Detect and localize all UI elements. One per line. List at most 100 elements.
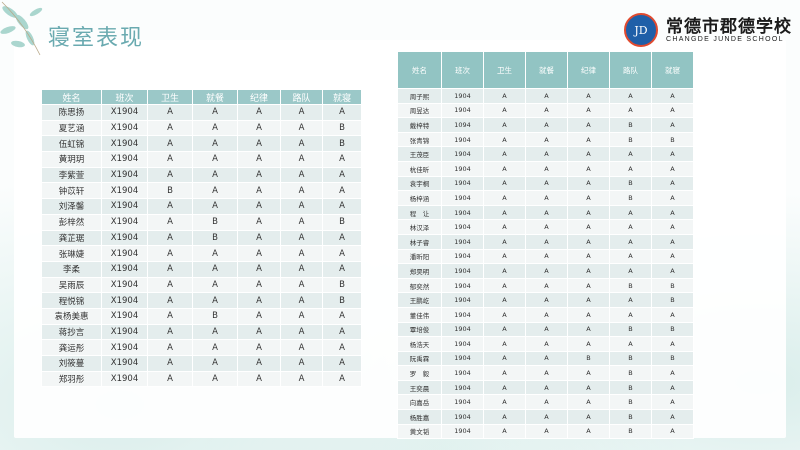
table-cell: X1904 [101, 339, 148, 356]
table-cell: A [567, 204, 610, 221]
table-cell: A [651, 248, 694, 265]
table-cell: A [280, 182, 323, 200]
column-header: 路队 [280, 89, 323, 105]
column-header: 路队 [609, 51, 652, 89]
column-header: 纪律 [567, 51, 610, 89]
table-cell: A [651, 379, 694, 396]
table-cell: A [525, 233, 568, 250]
table-row: 杨胜嘉 1904 A A A B A [397, 409, 694, 425]
table-cell: B [609, 409, 652, 425]
table-row: 覃培俊 1904 A A A B B [397, 321, 694, 338]
table-cell: A [322, 370, 362, 388]
table-cell: X1904 [101, 166, 148, 184]
student-name-cell: 王茂臣 [397, 146, 442, 162]
table-row: 彭梓然 X1904 A B A A B [41, 213, 362, 231]
table-row: 林子睿 1904 A A A A A [397, 233, 694, 250]
table-cell: A [609, 248, 652, 265]
table-cell: 1904 [441, 146, 484, 162]
table-cell: A [237, 323, 281, 341]
dorm-table-right: 姓名 班次 卫生 就餐 纪律 路队 就寝 周子熙 1904 A A A A A 周昱达 1904… [397, 51, 694, 440]
table-row: 张琳婕 X1904 A A A A A [41, 245, 362, 262]
table-cell: A [567, 102, 610, 119]
student-name-cell: 袁宇桐 [397, 175, 442, 192]
table-row: 蒋抄言 X1904 A A A A A [41, 323, 362, 341]
table-row: 戴梓特 1094 A A A B A [397, 117, 694, 133]
column-header: 卫生 [483, 51, 526, 89]
table-cell: A [280, 276, 323, 294]
table-cell: A [483, 88, 526, 104]
table-cell: 1904 [441, 88, 484, 104]
table-cell: A [147, 198, 193, 215]
student-name-cell: 龚芷琚 [41, 229, 102, 247]
table-row: 林汉泽 1904 A A A A A [397, 219, 694, 235]
table-cell: A [483, 350, 526, 367]
table-cell: B [322, 119, 362, 137]
table-header-row: 姓名 班次 卫生 就餐 纪律 路队 就寝 [41, 89, 362, 105]
table-cell: A [147, 370, 193, 388]
table-row: 龚芷琚 X1904 A B A A A [41, 229, 362, 247]
table-cell: A [147, 166, 193, 184]
table-cell: B [609, 190, 652, 206]
table-cell: X1904 [101, 245, 148, 262]
table-cell: A [237, 339, 281, 356]
table-cell: A [483, 190, 526, 206]
table-cell: B [651, 131, 694, 148]
table-cell: A [483, 102, 526, 119]
table-cell: A [237, 229, 281, 247]
table-cell: A [280, 323, 323, 341]
table-cell: A [567, 321, 610, 338]
table-cell: A [567, 423, 610, 440]
student-name-cell: 程 让 [397, 204, 442, 221]
table-cell: A [651, 117, 694, 133]
table-cell: 1904 [441, 336, 484, 352]
table-cell: A [567, 306, 610, 323]
table-cell: A [567, 409, 610, 425]
table-cell: B [322, 135, 362, 153]
table-cell: B [609, 277, 652, 294]
student-name-cell: 林汉泽 [397, 219, 442, 235]
table-cell: 1094 [441, 117, 484, 133]
column-header: 就寝 [322, 89, 362, 105]
table-cell: A [147, 323, 193, 341]
table-cell: A [192, 292, 238, 309]
student-name-cell: 夏艺涵 [41, 119, 102, 137]
table-row: 郑昊明 1904 A A A A A [397, 263, 694, 279]
table-cell: A [322, 260, 362, 278]
table-cell: B [609, 379, 652, 396]
table-cell: A [567, 190, 610, 206]
column-header: 姓名 [41, 89, 102, 105]
table-cell: A [322, 339, 362, 356]
table-cell: A [483, 365, 526, 381]
school-name: 常德市郡德学校 [666, 17, 792, 37]
table-cell: X1904 [101, 276, 148, 294]
table-cell: B [609, 423, 652, 440]
student-name-cell: 郑昊明 [397, 263, 442, 279]
table-cell: A [483, 336, 526, 352]
table-row: 杭佳昕 1904 A A A A A [397, 160, 694, 177]
table-cell: A [567, 146, 610, 162]
table-cell: X1904 [101, 135, 148, 153]
table-cell: A [609, 233, 652, 250]
table-cell: A [567, 336, 610, 352]
table-cell: 1904 [441, 204, 484, 221]
table-cell: A [651, 306, 694, 323]
table-cell: A [147, 119, 193, 137]
student-name-cell: 陈思扬 [41, 104, 102, 121]
table-cell: X1904 [101, 260, 148, 278]
table-cell: 1904 [441, 292, 484, 308]
table-cell: A [192, 355, 238, 372]
table-cell: A [525, 248, 568, 265]
table-cell: A [651, 394, 694, 411]
table-cell: A [237, 119, 281, 137]
table-cell: A [525, 175, 568, 192]
table-cell: A [192, 276, 238, 294]
table-cell: A [237, 104, 281, 121]
table-row: 黄玥玥 X1904 A A A A A [41, 151, 362, 168]
table-cell: A [237, 245, 281, 262]
table-cell: A [192, 119, 238, 137]
table-cell: A [483, 175, 526, 192]
table-cell: A [651, 175, 694, 192]
table-cell: A [147, 292, 193, 309]
student-name-cell: 袁杨美惠 [41, 307, 102, 325]
table-cell: A [525, 336, 568, 352]
